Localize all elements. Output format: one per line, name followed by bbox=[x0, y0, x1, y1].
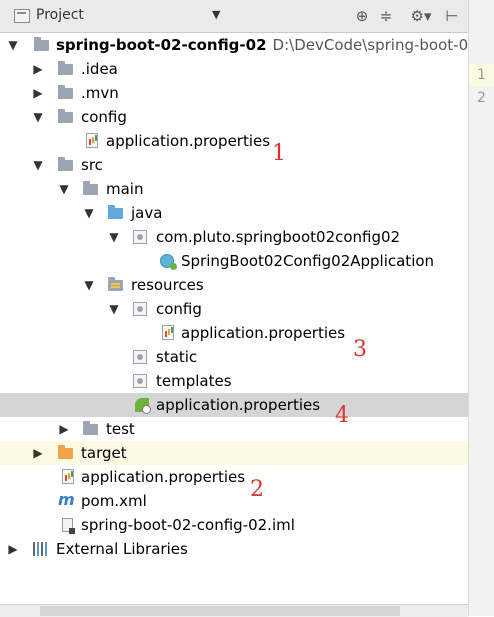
chevron-down-icon[interactable]: ▼ bbox=[82, 201, 96, 225]
tree-label-main: main bbox=[106, 180, 144, 198]
tree-label-static: static bbox=[156, 348, 198, 366]
tree-row-config-props[interactable]: application.properties bbox=[0, 129, 468, 153]
tree-row-resources[interactable]: ▼ resources bbox=[0, 273, 468, 297]
tree-row-mvn[interactable]: ▶ .mvn bbox=[0, 81, 468, 105]
properties-file-icon bbox=[62, 469, 74, 484]
tree-label-src: src bbox=[81, 156, 103, 174]
locate-icon[interactable]: ⊕ bbox=[352, 6, 372, 26]
tree-row-package[interactable]: ▼ com.pluto.springboot02config02 bbox=[0, 225, 468, 249]
annotation-2: 2 bbox=[250, 477, 264, 502]
tree-label-app-class: SpringBoot02Config02Application bbox=[181, 252, 435, 270]
annotation-3: 3 bbox=[353, 337, 367, 362]
module-folder-icon bbox=[34, 37, 49, 51]
project-tree: ▼ spring-boot-02-config-02 D:\DevCode\spr… bbox=[0, 33, 468, 603]
tree-label-target: target bbox=[81, 444, 127, 462]
project-view-icon bbox=[14, 9, 30, 23]
chevron-down-icon[interactable]: ▼ bbox=[57, 177, 71, 201]
tree-row-static[interactable]: static bbox=[0, 345, 468, 369]
scrollbar-thumb[interactable] bbox=[40, 606, 400, 616]
library-icon bbox=[33, 542, 49, 556]
tree-row-root-props[interactable]: application.properties bbox=[0, 465, 468, 489]
tree-label-res-config-props: application.properties bbox=[181, 324, 346, 342]
line-number-1: 1 bbox=[469, 64, 494, 86]
chevron-right-icon[interactable]: ▶ bbox=[57, 417, 71, 441]
root-label: spring-boot-02-config-02 D:\DevCode\sprin… bbox=[56, 35, 468, 55]
chevron-down-icon[interactable]: ▼ bbox=[107, 297, 121, 321]
tree-row-test[interactable]: ▶ test bbox=[0, 417, 468, 441]
package-icon bbox=[133, 302, 147, 316]
view-dropdown-icon[interactable]: ▼ bbox=[212, 8, 220, 21]
properties-file-icon bbox=[162, 325, 174, 340]
tree-row-idea[interactable]: ▶ .idea bbox=[0, 57, 468, 81]
folder-icon bbox=[58, 157, 73, 171]
tree-label-pom: pom.xml bbox=[81, 492, 147, 510]
chevron-right-icon[interactable]: ▶ bbox=[31, 81, 45, 105]
horizontal-scrollbar[interactable] bbox=[0, 604, 468, 617]
tree-row-root[interactable]: ▼ spring-boot-02-config-02 D:\DevCode\spr… bbox=[0, 33, 468, 57]
tree-row-config[interactable]: ▼ config bbox=[0, 105, 468, 129]
tree-label-idea: .idea bbox=[81, 60, 118, 78]
tree-row-main[interactable]: ▼ main bbox=[0, 177, 468, 201]
tree-row-libs[interactable]: ▶ External Libraries bbox=[0, 537, 468, 561]
resources-folder-icon bbox=[108, 277, 123, 291]
tree-label-root-props: application.properties bbox=[81, 468, 246, 486]
tree-label-config: config bbox=[81, 108, 127, 126]
chevron-right-icon[interactable]: ▶ bbox=[31, 441, 45, 465]
root-path: D:\DevCode\spring-boot-02- bbox=[272, 36, 468, 54]
project-toolbar: Project ▼ ⊕ ≑ ⚙▾ ⊢ bbox=[0, 0, 468, 33]
tree-label-config-props: application.properties bbox=[106, 132, 271, 150]
annotation-4: 4 bbox=[335, 403, 349, 428]
folder-icon bbox=[83, 181, 98, 195]
source-folder-icon bbox=[108, 205, 123, 219]
chevron-right-icon[interactable]: ▶ bbox=[6, 537, 20, 561]
chevron-down-icon[interactable]: ▼ bbox=[82, 273, 96, 297]
chevron-down-icon[interactable]: ▼ bbox=[107, 225, 121, 249]
tree-label-res-props: application.properties bbox=[156, 396, 321, 414]
tree-label-templates: templates bbox=[156, 372, 232, 390]
tree-label-resources: resources bbox=[131, 276, 204, 294]
collapse-all-icon[interactable]: ≑ bbox=[376, 6, 396, 26]
hide-icon[interactable]: ⊢ bbox=[442, 6, 462, 26]
spring-properties-icon bbox=[135, 398, 151, 414]
properties-file-icon bbox=[86, 133, 98, 148]
spring-boot-class-icon bbox=[160, 254, 177, 270]
tree-row-java[interactable]: ▼ java bbox=[0, 201, 468, 225]
tree-row-res-config-props[interactable]: application.properties bbox=[0, 321, 468, 345]
chevron-right-icon[interactable]: ▶ bbox=[31, 57, 45, 81]
tree-row-res-config[interactable]: ▼ config bbox=[0, 297, 468, 321]
gear-icon[interactable]: ⚙▾ bbox=[410, 6, 432, 26]
folder-icon bbox=[58, 85, 73, 99]
tree-row-res-props[interactable]: application.properties bbox=[0, 393, 468, 417]
editor-gutter: 1 2 bbox=[468, 0, 494, 616]
project-view-title[interactable]: Project bbox=[36, 7, 84, 23]
folder-icon bbox=[83, 421, 98, 435]
maven-icon: m bbox=[58, 490, 75, 509]
package-icon bbox=[133, 350, 147, 364]
tree-row-pom[interactable]: m pom.xml bbox=[0, 489, 468, 513]
package-icon bbox=[133, 230, 147, 244]
tree-label-mvn: .mvn bbox=[81, 84, 119, 102]
tree-row-app-class[interactable]: SpringBoot02Config02Application bbox=[0, 249, 468, 273]
tree-label-test: test bbox=[106, 420, 135, 438]
folder-icon bbox=[58, 109, 73, 123]
tree-label-iml: spring-boot-02-config-02.iml bbox=[81, 516, 295, 534]
package-icon bbox=[133, 374, 147, 388]
tree-label-package: com.pluto.springboot02config02 bbox=[156, 228, 401, 246]
tree-row-templates[interactable]: templates bbox=[0, 369, 468, 393]
chevron-down-icon[interactable]: ▼ bbox=[6, 33, 20, 57]
excluded-folder-icon bbox=[58, 445, 73, 459]
iml-file-icon bbox=[62, 518, 75, 534]
tree-label-libs: External Libraries bbox=[56, 540, 188, 558]
tree-label-java: java bbox=[131, 204, 163, 222]
folder-icon bbox=[58, 61, 73, 75]
line-number-2: 2 bbox=[477, 90, 486, 106]
annotation-1: 1 bbox=[272, 141, 286, 166]
chevron-down-icon[interactable]: ▼ bbox=[31, 105, 45, 129]
tree-label-res-config: config bbox=[156, 300, 202, 318]
tree-row-iml[interactable]: spring-boot-02-config-02.iml bbox=[0, 513, 468, 537]
chevron-down-icon[interactable]: ▼ bbox=[31, 153, 45, 177]
tree-row-target[interactable]: ▶ target bbox=[0, 441, 468, 465]
tree-row-src[interactable]: ▼ src bbox=[0, 153, 468, 177]
